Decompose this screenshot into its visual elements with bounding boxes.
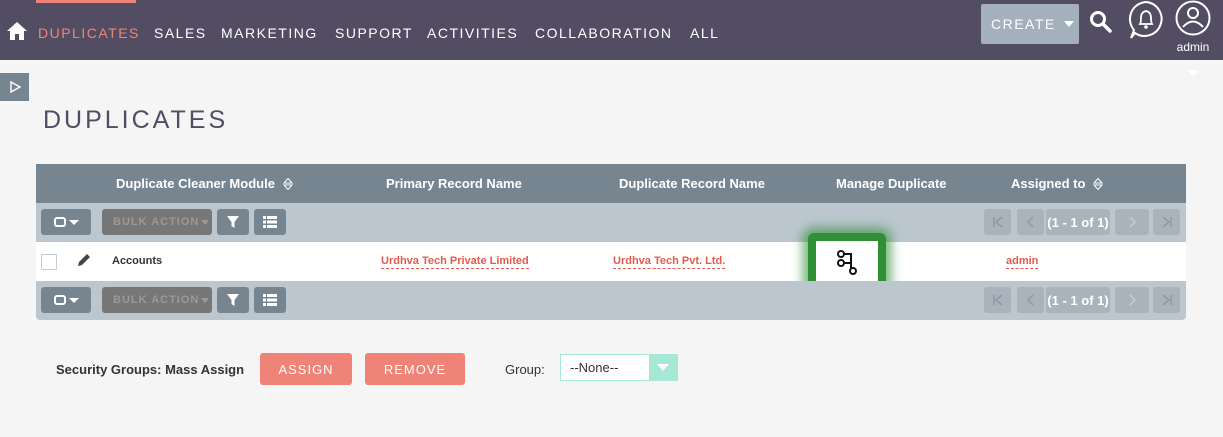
table-header-row: Duplicate Cleaner Module Primary Record …: [36, 164, 1186, 203]
last-page-button[interactable]: [1153, 287, 1180, 313]
column-chooser-button[interactable]: [254, 287, 286, 313]
nav-item-sales[interactable]: SALES: [154, 25, 207, 41]
first-page-icon: [992, 294, 1002, 306]
next-page-button[interactable]: [1115, 209, 1149, 235]
user-menu-chevron-icon[interactable]: [1187, 70, 1199, 76]
select-all-dropdown[interactable]: [41, 209, 91, 235]
bulk-action-label: BULK ACTION: [113, 216, 200, 228]
user-name-label[interactable]: admin: [1175, 40, 1211, 54]
list-icon: [263, 216, 277, 228]
column-header-label: Duplicate Record Name: [619, 176, 765, 191]
chevron-left-icon: [1026, 294, 1034, 306]
create-label: CREATE: [991, 16, 1056, 32]
pagination-count: (1 - 1 of 1): [1046, 287, 1110, 313]
filter-button[interactable]: [217, 287, 249, 313]
chevron-right-icon: [1129, 294, 1137, 306]
column-header-label: Duplicate Cleaner Module: [116, 176, 275, 191]
nav-item-all[interactable]: ALL: [690, 25, 719, 41]
column-header-duplicate-record[interactable]: Duplicate Record Name: [619, 176, 765, 191]
sort-icon[interactable]: [282, 177, 293, 190]
column-header-primary-record[interactable]: Primary Record Name: [386, 176, 522, 191]
chevron-down-icon: [68, 219, 79, 225]
checkbox-icon: [53, 295, 66, 305]
column-header-module[interactable]: Duplicate Cleaner Module: [116, 176, 293, 191]
row-checkbox[interactable]: [41, 254, 57, 270]
user-avatar-icon[interactable]: [1175, 0, 1211, 36]
first-page-button[interactable]: [984, 287, 1011, 313]
select-all-dropdown[interactable]: [41, 287, 91, 313]
next-page-button[interactable]: [1115, 287, 1149, 313]
bulk-action-button[interactable]: BULK ACTION: [102, 209, 212, 235]
filter-button[interactable]: [217, 209, 249, 235]
create-button[interactable]: CREATE: [981, 4, 1079, 44]
chevron-down-icon: [201, 219, 210, 225]
nav-item-marketing[interactable]: MARKETING: [221, 25, 318, 41]
notifications-bell-icon[interactable]: [1127, 0, 1165, 40]
column-chooser-button[interactable]: [254, 209, 286, 235]
duplicate-record-link[interactable]: Urdhva Tech Pvt. Ltd.: [613, 255, 726, 269]
top-navigation-bar: DUPLICATES SALES MARKETING SUPPORT ACTIV…: [0, 0, 1223, 60]
last-page-icon: [1162, 294, 1172, 306]
chevron-down-icon: [68, 297, 79, 303]
home-icon[interactable]: [6, 20, 28, 42]
checkbox-icon: [53, 217, 66, 227]
manage-duplicate-button-face: [816, 241, 878, 283]
chevron-left-icon: [1026, 216, 1034, 228]
bulk-action-label: BULK ACTION: [113, 294, 200, 306]
active-tab-indicator: [36, 0, 136, 3]
remove-button[interactable]: REMOVE: [365, 353, 465, 385]
merge-icon: [837, 250, 857, 275]
column-header-label: Primary Record Name: [386, 176, 522, 191]
assign-button[interactable]: ASSIGN: [260, 353, 352, 385]
first-page-button[interactable]: [984, 209, 1011, 235]
filter-icon: [227, 294, 239, 306]
nav-item-collaboration[interactable]: COLLABORATION: [535, 25, 673, 41]
filter-icon: [227, 216, 239, 228]
column-header-label: Assigned to: [1011, 176, 1086, 191]
previous-page-button[interactable]: [1017, 287, 1044, 313]
nav-item-support[interactable]: SUPPORT: [335, 25, 413, 41]
list-toolbar-top: BULK ACTION (1 - 1 of 1): [36, 203, 1186, 242]
table-row: Accounts Urdhva Tech Private Limited Urd…: [36, 233, 1186, 291]
bulk-action-button[interactable]: BULK ACTION: [102, 287, 212, 313]
chevron-down-icon: [201, 297, 210, 303]
column-header-label: Manage Duplicate: [836, 176, 947, 191]
group-label: Group:: [505, 362, 545, 377]
search-icon[interactable]: [1089, 10, 1113, 34]
last-page-button[interactable]: [1153, 209, 1180, 235]
column-header-assigned-to[interactable]: Assigned to: [1011, 176, 1104, 191]
first-page-icon: [992, 216, 1002, 228]
column-header-manage-duplicate: Manage Duplicate: [836, 176, 947, 191]
nav-item-activities[interactable]: ACTIVITIES: [427, 25, 518, 41]
sort-icon[interactable]: [1093, 177, 1104, 190]
primary-record-link[interactable]: Urdhva Tech Private Limited: [381, 255, 529, 269]
security-groups-label: Security Groups: Mass Assign: [56, 362, 245, 377]
list-icon: [263, 294, 277, 306]
group-select-value: --None--: [570, 360, 619, 375]
group-select[interactable]: --None--: [560, 354, 678, 381]
previous-page-button[interactable]: [1017, 209, 1044, 235]
chevron-down-icon: [1063, 21, 1074, 27]
page-title: DUPLICATES: [43, 106, 229, 134]
pagination-count: (1 - 1 of 1): [1046, 209, 1110, 235]
pencil-edit-icon[interactable]: [76, 252, 92, 268]
duplicates-list-view: Duplicate Cleaner Module Primary Record …: [36, 164, 1186, 321]
chevron-right-icon: [1129, 216, 1137, 228]
nav-item-duplicates[interactable]: DUPLICATES: [38, 25, 140, 41]
play-arrow-icon: [9, 81, 21, 93]
chevron-down-icon: [649, 355, 677, 380]
last-page-icon: [1162, 216, 1172, 228]
list-toolbar-bottom: BULK ACTION (1 - 1 of 1): [36, 281, 1186, 320]
assigned-user-link[interactable]: admin: [1006, 255, 1039, 269]
sidebar-toggle-button[interactable]: [0, 73, 29, 101]
module-cell: Accounts: [112, 255, 163, 267]
